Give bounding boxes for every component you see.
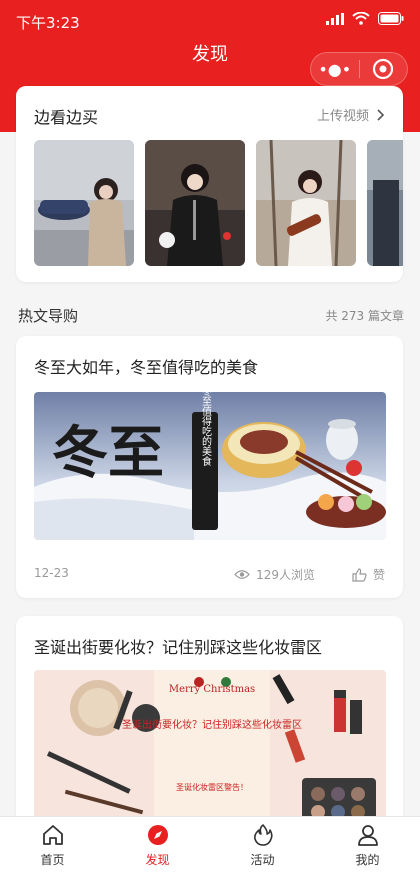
tab-discover-label: 发现 [145, 853, 170, 867]
home-icon [42, 825, 63, 845]
article-cover-image: Merry Christmas 圣诞出街要化妆？记住别踩这些化妆雷区 圣诞化妆雷… [34, 670, 386, 836]
eye-icon [234, 570, 250, 579]
miniapp-capsule: •●• [310, 52, 408, 86]
close-miniapp-button[interactable] [360, 58, 408, 80]
flame-icon [253, 824, 273, 846]
tab-profile[interactable]: 我的 [315, 817, 420, 874]
article-title: 冬至大如年，冬至值得吃的美食 [34, 358, 259, 377]
video-thumbnail[interactable] [34, 140, 134, 266]
article-card[interactable]: 圣诞出街要化妆？记住别踩这些化妆雷区 Merry Christmas 圣诞出街要… [16, 616, 403, 836]
article-views: 129人浏览 [234, 566, 315, 583]
views-label: 129人浏览 [256, 568, 315, 582]
user-icon [357, 825, 378, 846]
article-count: 共 273 篇文章 [325, 309, 404, 323]
wifi-icon [352, 12, 370, 25]
video-thumbnail[interactable] [256, 140, 356, 266]
article-card[interactable]: 冬至大如年，冬至值得吃的美食 冬至 冬至值得吃的美食 12-23 129人浏览 … [16, 336, 403, 598]
like-label: 赞 [372, 568, 385, 582]
tab-home[interactable]: 首页 [0, 817, 105, 874]
cover-big-text: 冬至 [52, 420, 164, 486]
video-thumbnail[interactable] [367, 140, 403, 266]
like-button[interactable]: 赞 [352, 566, 385, 583]
video-thumbnail[interactable] [145, 140, 245, 266]
target-icon [373, 58, 394, 80]
cover-top-text: Merry Christmas [169, 684, 255, 695]
article-cover-image: 冬至 冬至值得吃的美食 [34, 392, 386, 540]
watch-buy-card: 边看边买 上传视频 [16, 86, 403, 282]
tab-activity-label: 活动 [250, 853, 275, 867]
tab-activity[interactable]: 活动 [210, 817, 315, 874]
article-title: 圣诞出街要化妆？记住别踩这些化妆雷区 [34, 638, 323, 657]
cover-main-text: 圣诞出街要化妆？记住别踩这些化妆雷区 [122, 718, 302, 731]
tab-discover[interactable]: 发现 [105, 817, 210, 874]
status-bar: 下午3:23 [0, 0, 420, 40]
signal-icon [326, 12, 344, 25]
status-icons [326, 12, 404, 25]
chevron-right-icon [377, 108, 385, 121]
thumbs-up-icon [352, 567, 367, 582]
more-button[interactable]: •●• [311, 60, 359, 79]
tab-bar: 首页 发现 活动 我的 [0, 816, 420, 874]
upload-video-link[interactable]: 上传视频 [317, 105, 385, 124]
tab-profile-label: 我的 [355, 853, 380, 867]
battery-icon [378, 12, 404, 25]
cover-small-text: 圣诞化妆雷区警告！ [176, 782, 248, 792]
upload-video-label: 上传视频 [316, 109, 369, 124]
article-date: 12-23 [34, 566, 69, 580]
tab-home-label: 首页 [40, 853, 65, 867]
compass-icon [147, 825, 168, 845]
hot-articles-header: 热文导购 共 273 篇文章 [18, 305, 404, 326]
cover-side-text: 冬至值得吃的美食 [200, 392, 212, 467]
watch-buy-title: 边看边买 [34, 108, 99, 127]
status-time: 下午3:23 [16, 14, 80, 32]
